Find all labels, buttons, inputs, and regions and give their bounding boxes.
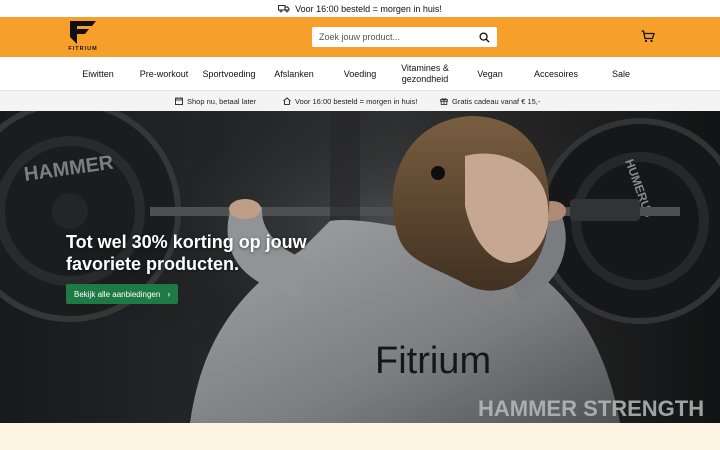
hero-title-line2: favoriete producten.	[66, 254, 240, 274]
chevron-right-icon: ›	[167, 289, 171, 299]
nav-label: Vegan	[477, 68, 503, 79]
nav-item-pre-workout[interactable]: Pre-workout	[140, 57, 189, 91]
usp-bar: Shop nu, betaal later Voor 16:00 besteld…	[0, 91, 720, 111]
hero-title: Tot wel 30% korting op jouw favoriete pr…	[66, 231, 366, 275]
logo-mark-icon	[70, 21, 96, 44]
nav-item-afslanken[interactable]: Afslanken	[274, 57, 314, 91]
site-header: FITRIUM	[0, 17, 720, 57]
nav-item-vitamines-gezondheid[interactable]: Vitamines & gezondheid	[401, 57, 449, 91]
usp-item-gift: Gratis cadeau vanaf € 15,-	[440, 91, 540, 111]
usp-item-pay-later: Shop nu, betaal later	[175, 91, 256, 111]
search-bar	[312, 27, 497, 47]
nav-label: Voeding	[343, 68, 377, 79]
nav-label: Sportvoeding	[202, 68, 256, 79]
announcement-text: Voor 16:00 besteld = morgen in huis!	[295, 3, 442, 14]
main-navigation: Eiwitten Pre-workout Sportvoeding Afslan…	[0, 57, 720, 91]
hero-title-line1: Tot wel 30% korting op jouw	[66, 232, 307, 252]
fitrium-logo[interactable]: FITRIUM	[66, 20, 100, 54]
nav-label: Eiwitten	[82, 68, 114, 79]
nav-label: Accesoires	[533, 68, 579, 79]
hero-banner[interactable]: HAMMER HUMERUS Fitrium HAMMER STRENGTH T…	[0, 111, 720, 423]
nav-label: Vitamines &	[401, 63, 449, 73]
gift-icon	[440, 98, 448, 105]
nav-item-eiwitten[interactable]: Eiwitten	[82, 57, 114, 91]
search-input[interactable]	[319, 32, 469, 42]
calendar-icon	[175, 97, 183, 105]
nav-label-line2: gezondheid	[401, 74, 449, 84]
usp-text: Shop nu, betaal later	[187, 96, 257, 106]
search-icon[interactable]	[479, 31, 490, 43]
nav-item-accesoires[interactable]: Accesoires	[534, 57, 578, 91]
usp-item-delivery: Voor 16:00 besteld = morgen in huis!	[283, 91, 417, 111]
announcement-bar: Voor 16:00 besteld = morgen in huis!	[0, 0, 720, 17]
cart-icon[interactable]	[641, 30, 655, 43]
nav-item-sportvoeding[interactable]: Sportvoeding	[202, 57, 255, 91]
usp-text: Voor 16:00 besteld = morgen in huis!	[295, 96, 418, 106]
view-offers-button[interactable]: Bekijk alle aanbiedingen ›	[66, 284, 179, 304]
usp-text: Gratis cadeau vanaf € 15,-	[452, 96, 541, 106]
nav-label: Afslanken	[274, 68, 314, 79]
nav-item-sale[interactable]: Sale	[612, 57, 630, 91]
home-icon	[283, 97, 291, 105]
view-offers-label: Bekijk alle aanbiedingen	[74, 289, 161, 299]
nav-label: Pre-workout	[139, 68, 189, 79]
nav-label: Sale	[611, 68, 631, 79]
nav-item-voeding[interactable]: Voeding	[344, 57, 377, 91]
nav-item-vegan[interactable]: Vegan	[477, 57, 503, 91]
logo-text: FITRIUM	[68, 46, 98, 52]
content-section-start	[0, 423, 720, 450]
truck-icon	[278, 5, 290, 13]
